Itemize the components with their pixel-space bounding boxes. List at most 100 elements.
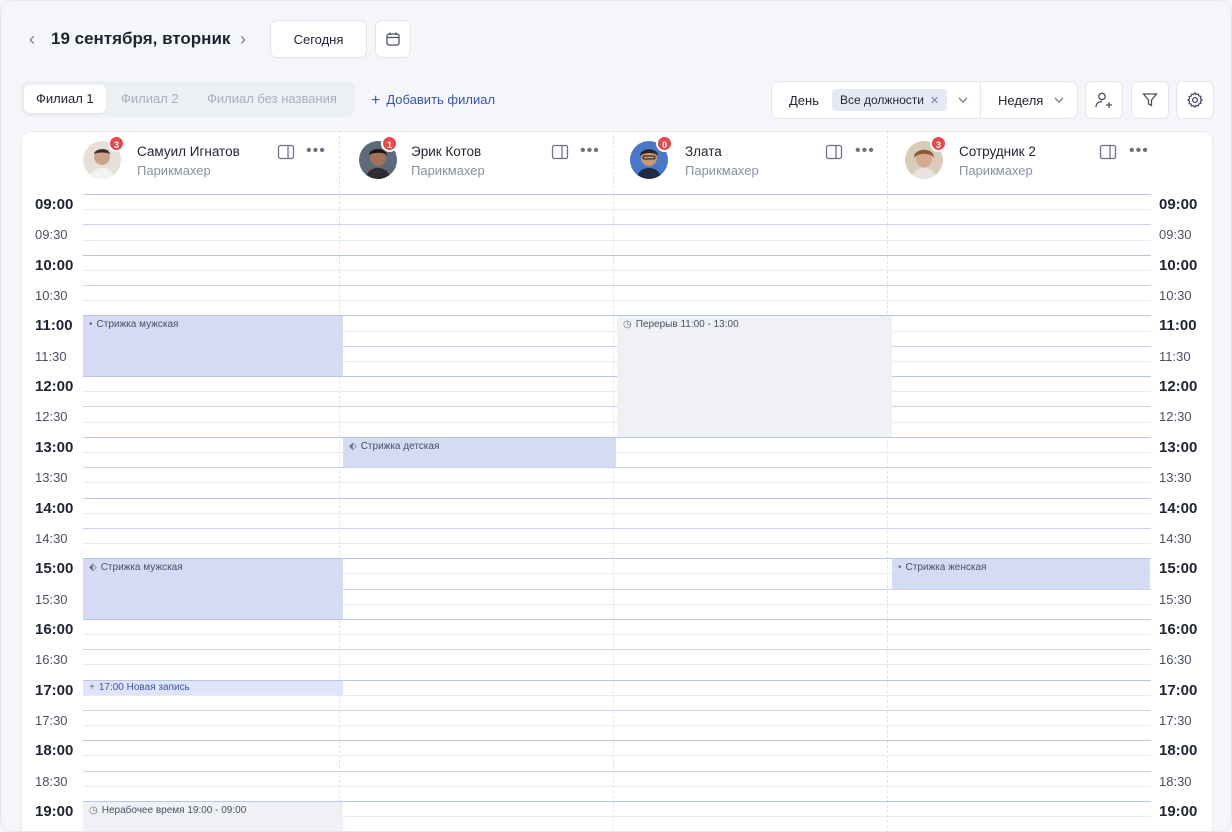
time-label-right: 16:00 <box>1159 620 1198 638</box>
staff-role: Парикмахер <box>411 163 485 178</box>
chevron-right-icon[interactable]: › <box>236 29 250 49</box>
grid-line <box>83 740 1151 742</box>
settings-button[interactable] <box>1176 81 1214 119</box>
time-label-left: 09:00 <box>35 196 74 213</box>
time-label-left: 13:30 <box>35 470 68 486</box>
appointment-block[interactable]: • Стрижка женская <box>892 559 1150 589</box>
tag-icon: ⬖ <box>89 562 97 574</box>
positions-filter-chip[interactable]: Все должности ✕ <box>832 89 948 111</box>
day-view-button[interactable]: День <box>789 93 819 108</box>
staff-role: Парикмахер <box>137 163 211 178</box>
more-icon[interactable]: ••• <box>1129 142 1149 160</box>
time-label-right: 18:00 <box>1159 742 1198 760</box>
time-label-right: 18:30 <box>1159 773 1192 789</box>
panel-toggle-icon[interactable] <box>551 144 569 160</box>
new-booking-slot[interactable]: +17:00 Новая запись <box>83 680 343 695</box>
notification-badge: 1 <box>381 135 398 152</box>
grid-line <box>83 467 1151 469</box>
time-label-left: 12:00 <box>35 378 74 396</box>
time-label-right: 11:30 <box>1159 348 1191 364</box>
event-label: 17:00 Новая запись <box>98 681 190 693</box>
week-view-select[interactable]: Неделя <box>998 93 1043 108</box>
grid-line <box>83 770 1151 772</box>
chevron-down-icon[interactable] <box>1050 91 1068 109</box>
gear-icon <box>1187 91 1203 109</box>
break-block[interactable]: ◷ Перерыв 11:00 - 13:00 <box>617 316 892 437</box>
calendar-picker-button[interactable] <box>375 20 411 58</box>
more-icon[interactable]: ••• <box>306 142 326 160</box>
grid-line-quarter <box>83 664 1151 666</box>
add-branch-button[interactable]: + Добавить филиал <box>371 91 495 109</box>
grid-line <box>83 618 1151 620</box>
time-label-left: 16:30 <box>35 652 68 668</box>
add-branch-label: Добавить филиал <box>386 92 496 107</box>
event-label: Стрижка женская <box>905 562 987 574</box>
grid-line-quarter <box>83 512 1151 514</box>
time-label-left: 12:30 <box>35 409 68 425</box>
positions-chip-label: Все должности <box>840 93 924 107</box>
time-label-right: 09:30 <box>1159 227 1192 243</box>
time-label-right: 13:00 <box>1159 438 1198 456</box>
tab-branch-unnamed[interactable]: Филиал без названия <box>195 85 349 113</box>
clock-icon: ◷ <box>89 805 98 816</box>
date-title: 19 сентября, вторник <box>51 29 231 48</box>
time-label-left: 10:30 <box>35 288 68 304</box>
grid-line <box>83 436 1151 438</box>
time-label-left: 17:00 <box>35 681 74 699</box>
dot-icon: • <box>89 319 93 331</box>
panel-toggle-icon[interactable] <box>1099 144 1117 160</box>
grid-line-quarter <box>83 269 1151 271</box>
today-button[interactable]: Сегодня <box>270 20 367 58</box>
grid-line <box>83 649 1151 651</box>
panel-toggle-icon[interactable] <box>277 144 295 160</box>
staff-role: Парикмахер <box>959 163 1033 178</box>
panel-toggle-icon[interactable] <box>825 144 843 160</box>
time-label-left: 14:30 <box>35 530 68 546</box>
time-label-right: 17:00 <box>1159 681 1198 699</box>
grid-line-quarter <box>83 694 1151 696</box>
event-label: Перерыв 11:00 - 13:00 <box>635 319 739 331</box>
time-label-left: 18:00 <box>35 742 74 760</box>
time-label-right: 11:00 <box>1159 317 1197 335</box>
plus-icon: + <box>89 681 95 693</box>
time-label-right: 12:30 <box>1159 409 1192 425</box>
more-icon[interactable]: ••• <box>580 142 600 160</box>
add-user-icon <box>1095 92 1112 108</box>
time-label-right: 12:00 <box>1159 378 1198 396</box>
clock-icon: ◷ <box>623 319 632 331</box>
grid-line-quarter <box>83 451 1151 453</box>
more-icon[interactable]: ••• <box>855 142 875 160</box>
plus-icon: + <box>371 92 381 109</box>
appointment-block[interactable]: ⬖ Стрижка мужская <box>83 559 343 619</box>
grid-line-quarter <box>83 634 1151 636</box>
tab-branch-1[interactable]: Филиал 1 <box>24 85 106 113</box>
filter-button[interactable] <box>1131 81 1169 119</box>
break-block[interactable]: ◷ Нерабочее время 19:00 - 09:00 <box>83 802 343 831</box>
event-label: Стрижка детская <box>360 440 440 452</box>
time-label-left: 19:00 <box>35 803 74 820</box>
grid-line <box>83 497 1151 499</box>
grid-line-quarter <box>83 300 1151 302</box>
appointment-block[interactable]: • Стрижка мужская <box>83 316 343 377</box>
time-label-left: 18:30 <box>35 773 68 789</box>
time-label-right: 10:30 <box>1159 288 1192 304</box>
tab-branch-2[interactable]: Филиал 2 <box>109 85 191 113</box>
filter-icon <box>1142 93 1158 107</box>
time-label-left: 17:30 <box>35 712 68 728</box>
time-label-left: 13:00 <box>35 438 74 456</box>
close-icon[interactable]: ✕ <box>930 95 939 107</box>
grid-line-quarter <box>83 785 1151 787</box>
chevron-down-icon[interactable] <box>954 91 972 109</box>
add-employee-button[interactable] <box>1085 81 1123 119</box>
time-label-right: 19:00 <box>1159 803 1198 820</box>
grid-line <box>83 709 1151 711</box>
appointment-block[interactable]: ⬖ Стрижка детская <box>343 437 616 468</box>
time-label-right: 17:30 <box>1159 712 1192 728</box>
view-filter-group: День Все должности ✕ Неделя <box>771 81 1078 119</box>
staff-name: Самуил Игнатов <box>137 144 240 159</box>
staff-name: Злата <box>685 144 722 159</box>
time-label-left: 15:00 <box>35 560 74 578</box>
chevron-left-icon[interactable]: ‹ <box>25 29 39 49</box>
grid-line-quarter <box>83 209 1151 211</box>
time-label-right: 15:00 <box>1159 560 1198 578</box>
